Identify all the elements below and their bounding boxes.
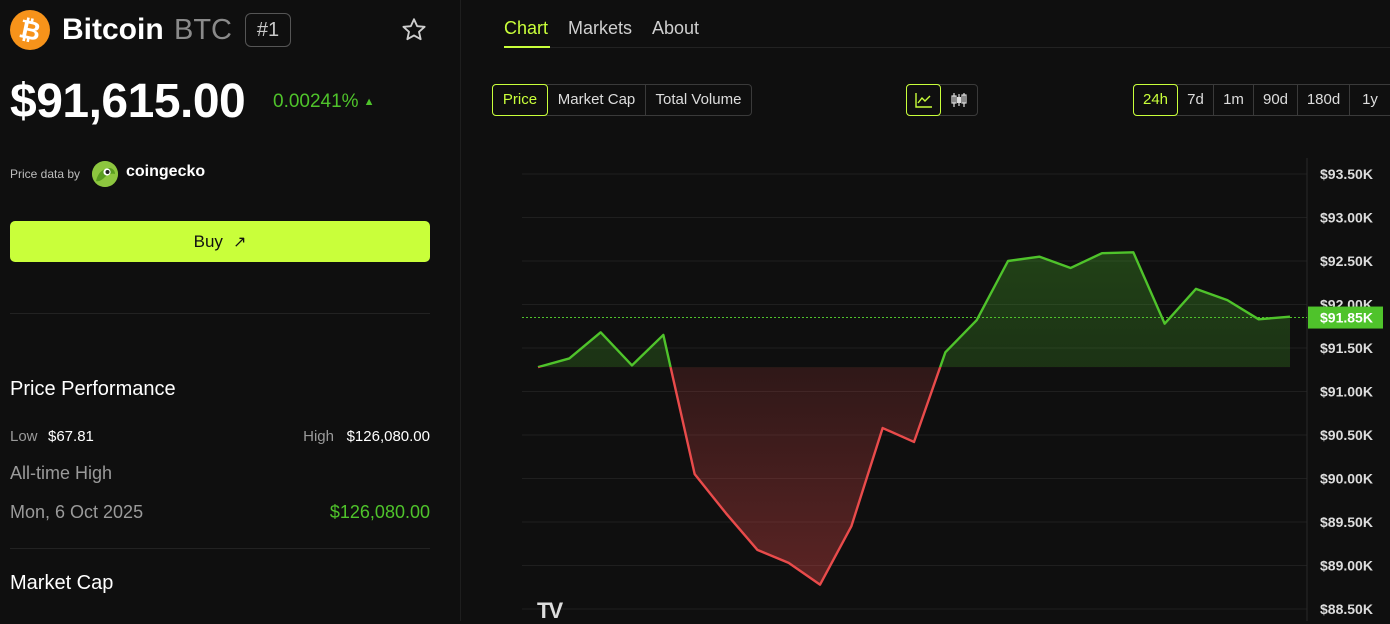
price-chart[interactable]: $93.50K$93.00K$92.50K$92.00K$91.50K$91.0… [461, 150, 1390, 621]
price-point [662, 334, 664, 336]
range-24h-button[interactable]: 24h [1133, 84, 1178, 116]
tab-chart[interactable]: Chart [504, 18, 548, 39]
tab-about[interactable]: About [652, 18, 699, 39]
y-tick-label: $93.00K [1320, 210, 1373, 226]
line-chart-button[interactable] [906, 84, 941, 116]
tradingview-watermark-icon: TV [537, 598, 563, 623]
price-point [1195, 288, 1197, 290]
buy-button-label: Buy [193, 232, 223, 251]
chart-panel: Chart Markets About Price Market Cap Tot… [461, 0, 1390, 623]
price-point [1258, 318, 1260, 320]
price-point [913, 441, 915, 443]
price-point [756, 549, 758, 551]
price-point [788, 562, 790, 564]
rank-badge: #1 [245, 13, 291, 47]
coin-symbol: BTC [174, 14, 232, 46]
coin-name: Bitcoin [62, 13, 164, 46]
range-1y-button[interactable]: 1y [1350, 85, 1390, 115]
price-change-value: 0.00241% [273, 91, 359, 112]
price-point [1226, 299, 1228, 301]
coin-summary-panel: ₿ Bitcoin BTC #1 $91,615.00 0.00241% ▲ Pr… [0, 0, 460, 621]
range-7d-button[interactable]: 7d [1178, 85, 1214, 115]
price-point [1101, 252, 1103, 254]
price-point [1038, 256, 1040, 258]
divider [10, 313, 430, 314]
watchlist-star-icon[interactable] [400, 16, 428, 44]
price-performance-heading: Price Performance [10, 378, 176, 400]
coingecko-logo-icon[interactable] [92, 161, 118, 187]
y-tick-label: $92.50K [1320, 253, 1373, 269]
chart-type-selector [906, 84, 978, 116]
arrow-up-right-icon: ↗ [232, 234, 247, 251]
current-price: $91,615.00 [10, 75, 246, 128]
y-tick-label: $89.50K [1320, 514, 1373, 530]
price-point [850, 525, 852, 527]
price-point [537, 366, 539, 368]
candlestick-button[interactable] [941, 85, 977, 115]
price-point [882, 427, 884, 429]
y-tick-label: $91.50K [1320, 340, 1373, 356]
tab-markets[interactable]: Markets [568, 18, 632, 39]
metric-selector: Price Market Cap Total Volume [492, 84, 752, 116]
price-source: Price data by coingecko [10, 160, 310, 188]
price-point [694, 473, 696, 475]
divider [10, 548, 430, 549]
svg-text:₿: ₿ [17, 13, 44, 47]
price-area-down [538, 367, 1290, 585]
market-cap-metric-button[interactable]: Market Cap [548, 85, 646, 115]
ath-label: All-time High [10, 463, 113, 483]
low-high-row: Low $67.81 High $126,080.00 [10, 428, 430, 448]
price-point [944, 351, 946, 353]
price-change: 0.00241% ▲ [273, 90, 374, 114]
price-point [1164, 323, 1166, 325]
price-point [725, 512, 727, 514]
market-cap-heading: Market Cap [10, 572, 114, 594]
y-tick-label: $93.50K [1320, 166, 1373, 182]
price-point [1132, 251, 1134, 253]
price-point [568, 357, 570, 359]
triangle-up-icon: ▲ [363, 96, 375, 108]
ath-date: Mon, 6 Oct 2025 [10, 502, 144, 522]
y-tick-label: $89.00K [1320, 558, 1373, 574]
total-volume-metric-button[interactable]: Total Volume [646, 85, 751, 115]
price-point [976, 319, 978, 321]
price-point [819, 584, 821, 586]
y-tick-label: $90.00K [1320, 471, 1373, 487]
low-label: Low [10, 428, 38, 445]
price-point [600, 331, 602, 333]
high-value: $126,080.00 [346, 428, 430, 445]
low-value: $67.81 [48, 428, 94, 445]
ath-value: $126,080.00 [329, 502, 430, 522]
y-tick-label: $91.00K [1320, 384, 1373, 400]
bitcoin-logo-icon: ₿ [10, 10, 50, 50]
time-range-selector: 24h 7d 1m 90d 180d 1y [1133, 84, 1390, 116]
y-tick-label: $88.50K [1320, 601, 1373, 617]
line-chart-icon [914, 93, 932, 108]
y-tick-label: $90.50K [1320, 427, 1373, 443]
current-price-label: $91.85K [1320, 310, 1373, 326]
candlestick-icon [951, 93, 967, 107]
high-label: High [303, 428, 334, 445]
active-tab-indicator [504, 46, 550, 48]
price-point [631, 364, 633, 366]
price-metric-button[interactable]: Price [492, 84, 548, 116]
range-90d-button[interactable]: 90d [1254, 85, 1298, 115]
price-point [1007, 260, 1009, 262]
price-point [1070, 267, 1072, 269]
tabs-divider [504, 47, 1390, 48]
price-source-label: Price data by [10, 167, 81, 181]
range-1m-button[interactable]: 1m [1214, 85, 1254, 115]
buy-button[interactable]: Buy ↗ [10, 221, 430, 262]
coingecko-brand[interactable]: coingecko [126, 163, 205, 181]
range-180d-button[interactable]: 180d [1298, 85, 1350, 115]
coin-header: ₿ Bitcoin BTC #1 [10, 10, 440, 50]
